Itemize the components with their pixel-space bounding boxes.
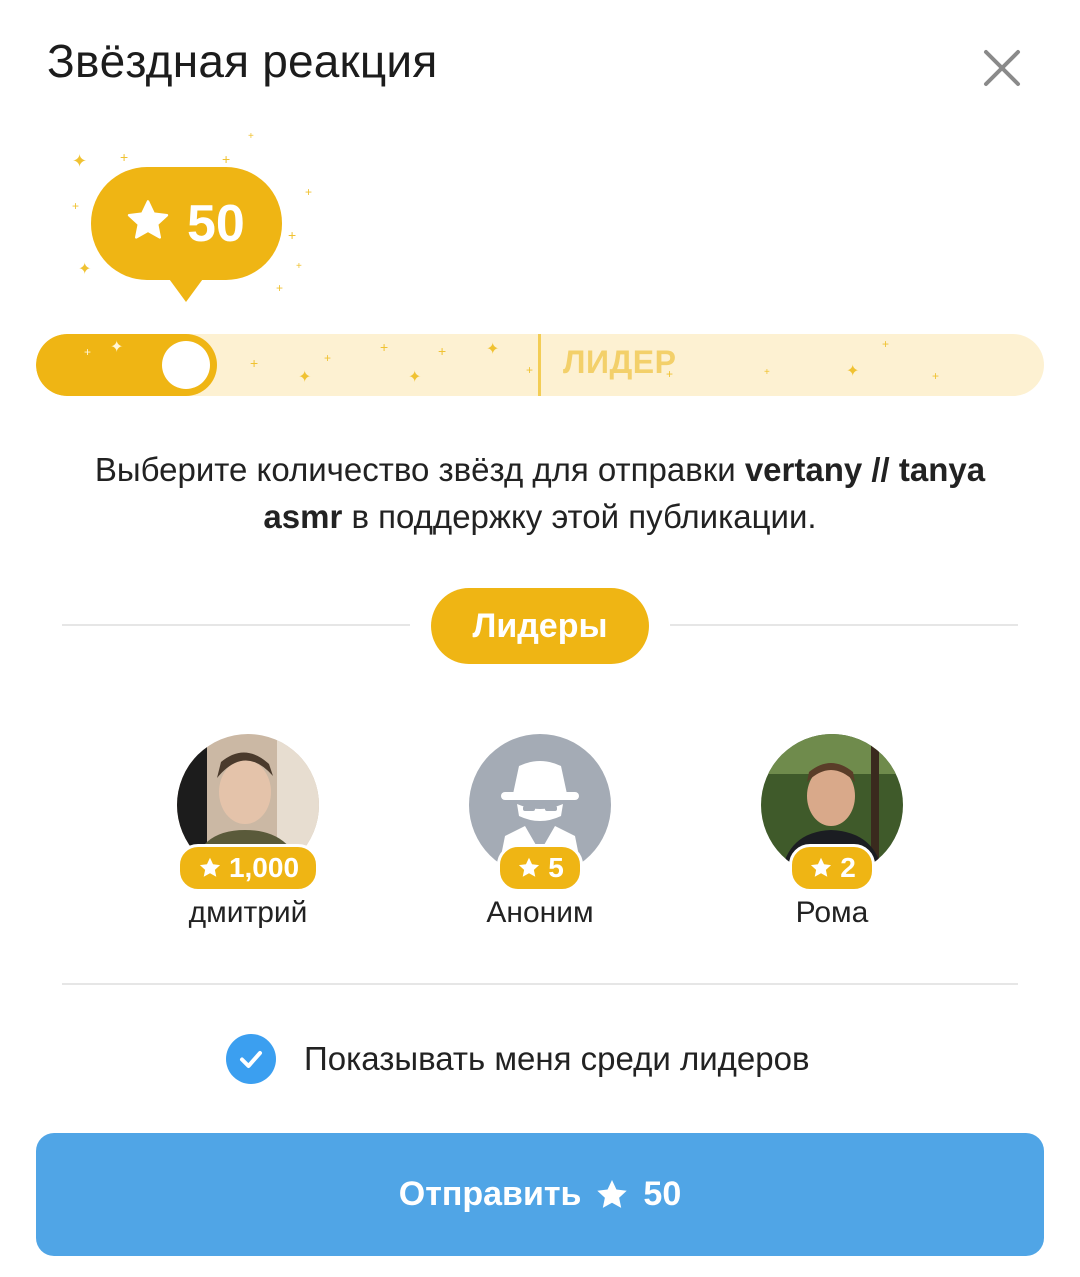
leader-threshold-label: ЛИДЕР — [563, 344, 677, 380]
divider — [670, 624, 1018, 626]
instruction-text: Выберите количество звёзд для отправки v… — [90, 446, 990, 540]
bubble-pointer — [164, 272, 208, 302]
sparkle-icon: ✦ — [486, 341, 500, 358]
leaders-tab[interactable]: Лидеры — [431, 588, 649, 664]
show-in-leaders-toggle[interactable]: Показывать меня среди лидеров — [226, 1033, 810, 1085]
sparkle-icon: + — [288, 227, 297, 243]
sparkle-icon: + — [276, 281, 284, 295]
star-amount-value: 50 — [187, 195, 245, 253]
sparkle-icon: + — [296, 261, 302, 272]
leader-threshold-marker — [538, 334, 541, 396]
sparkle-icon: + — [250, 355, 259, 371]
sparkle-icon: + — [324, 351, 332, 365]
slider-thumb[interactable] — [162, 341, 210, 389]
sparkle-icon: ✦ — [408, 369, 422, 386]
show-in-leaders-checkbox[interactable] — [226, 1034, 276, 1084]
dialog-title: Звёздная реакция — [47, 35, 438, 87]
sparkle-icon: + — [882, 337, 890, 351]
sparkle-icon: + — [764, 367, 770, 378]
star-count-badge: 1,000 — [177, 844, 319, 892]
sparkle-icon: ✦ — [78, 261, 92, 278]
close-button[interactable] — [978, 44, 1026, 92]
show-in-leaders-label: Показывать меня среди лидеров — [304, 1040, 810, 1077]
sparkle-icon: + — [72, 199, 80, 213]
leader-name: Рома — [795, 896, 869, 929]
star-count-badge: 2 — [789, 844, 875, 892]
instruction-text-start: Выберите количество звёзд для отправки — [94, 451, 745, 488]
leader-item[interactable]: 1,000 дмитрий — [128, 734, 368, 934]
sparkle-icon: + — [305, 185, 313, 199]
sparkle-icon: + — [120, 149, 129, 165]
sparkle-icon: + — [380, 339, 389, 355]
star-icon — [127, 200, 169, 239]
sparkle-icon: + — [248, 131, 254, 142]
close-icon — [984, 50, 1020, 86]
star-icon — [199, 857, 221, 877]
sparkle-icon: ✦ — [846, 363, 860, 380]
send-button-amount: 50 — [643, 1175, 682, 1213]
divider — [62, 983, 1018, 985]
instruction-text-end: в поддержку этой публикации. — [342, 498, 817, 535]
star-count-badge: 5 — [497, 844, 583, 892]
checkmark-icon — [240, 1051, 262, 1068]
star-icon — [811, 857, 832, 877]
star-count: 2 — [840, 852, 856, 883]
send-button[interactable]: Отправить 50 — [36, 1133, 1044, 1256]
sparkle-icon: ✦ — [72, 151, 88, 171]
divider — [62, 624, 410, 626]
leader-name: Аноним — [486, 896, 594, 929]
sparkle-icon: + — [438, 343, 447, 359]
sparkle-icon: ✦ — [298, 369, 312, 386]
sparkle-icon: + — [932, 369, 940, 383]
sparkle-icon: + — [222, 151, 231, 167]
star-icon — [519, 857, 540, 877]
leader-item[interactable]: 5 Аноним — [420, 734, 660, 934]
star-count: 5 — [548, 852, 564, 883]
leader-item[interactable]: 2 Рома — [712, 734, 952, 934]
star-count: 1,000 — [228, 852, 300, 883]
send-button-label: Отправить — [398, 1175, 582, 1213]
sparkle-icon: + — [526, 363, 534, 377]
leader-name: дмитрий — [188, 896, 308, 929]
star-reaction-dialog: Звёздная реакция ✦ + + + + + + ✦ + + 50 … — [0, 0, 1080, 1277]
star-icon — [597, 1179, 628, 1208]
